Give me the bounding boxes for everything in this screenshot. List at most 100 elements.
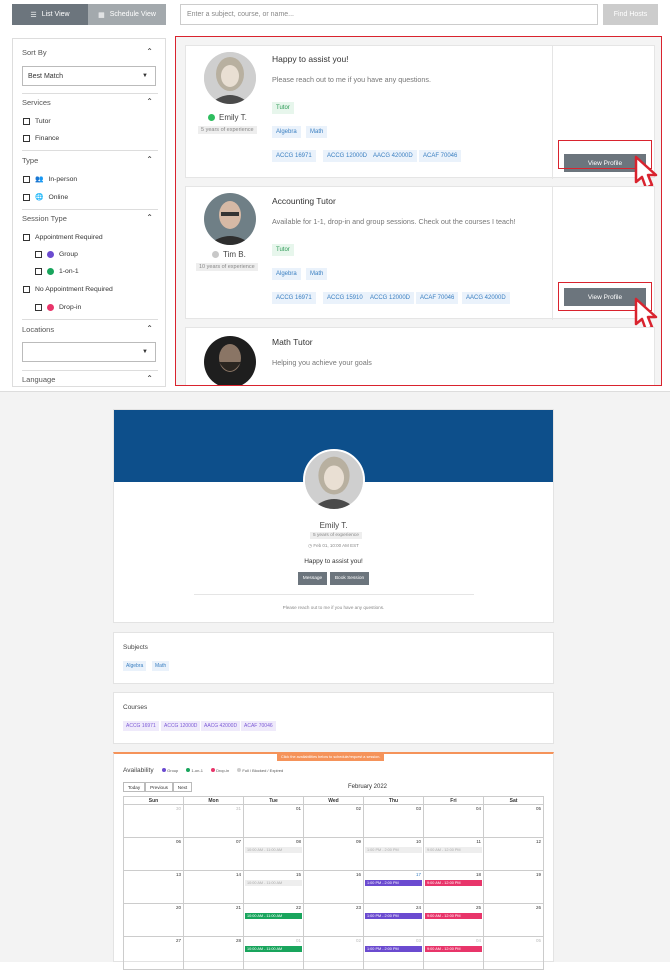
avatar bbox=[204, 193, 256, 245]
host-description: Available for 1-1, drop-in and group ses… bbox=[272, 217, 516, 226]
chevron-up-icon[interactable]: ⌃ bbox=[146, 97, 153, 106]
calendar-month: February 2022 bbox=[348, 784, 388, 790]
sort-select[interactable]: Best Match ▼ bbox=[22, 66, 156, 86]
chevron-up-icon[interactable]: ⌃ bbox=[146, 324, 153, 333]
calendar-day: 19 bbox=[483, 870, 544, 904]
weekday-header: Thu bbox=[363, 796, 424, 805]
calendar-day: 03 1:00 PM - 2:00 PM bbox=[363, 936, 424, 970]
calendar-day: 17 1:00 PM - 2:00 PM bbox=[363, 870, 424, 904]
weekday-header: Wed bbox=[303, 796, 364, 805]
calendar-day: 01 bbox=[243, 804, 304, 838]
calendar-day: 13 bbox=[123, 870, 184, 904]
expired-slot: 10:00 AM - 11:00 AM bbox=[245, 880, 302, 886]
chevron-up-icon[interactable]: ⌃ bbox=[146, 213, 153, 222]
host-description: Helping you achieve your goals bbox=[272, 358, 372, 367]
language-label: Language bbox=[22, 375, 56, 384]
subject-tag: Math bbox=[152, 661, 170, 671]
one-on-one-slot[interactable]: 10:00 AM - 11:00 AM bbox=[245, 946, 302, 952]
course-tag: ACCG 15910 bbox=[323, 292, 367, 304]
expired-slot: 9:00 AM - 12:00 PM bbox=[425, 847, 482, 853]
course-tag: ACCG 12000D bbox=[161, 721, 201, 731]
experience-badge: 10 years of experience bbox=[196, 263, 258, 271]
schedule-view-button[interactable]: ▦ Schedule View bbox=[88, 4, 166, 25]
one-on-one-checkbox[interactable]: 1-on-1 bbox=[35, 268, 79, 275]
calendar-day: 01 10:00 AM - 11:00 AM bbox=[243, 936, 304, 970]
list-icon: ☰ bbox=[30, 11, 37, 19]
subject-tag: Algebra bbox=[272, 126, 301, 138]
availability-calendar: Sun Mon Tue Wed Thu Fri Sat 30 31 01 02 … bbox=[123, 796, 544, 970]
next-button[interactable]: Next bbox=[173, 782, 192, 792]
calendar-day: 03 bbox=[363, 804, 424, 838]
subject-tag: Math bbox=[306, 268, 328, 280]
today-button[interactable]: Today bbox=[123, 782, 145, 792]
group-checkbox[interactable]: Group bbox=[35, 251, 78, 258]
appointment-required-checkbox[interactable]: Appointment Required bbox=[23, 234, 103, 241]
course-tag: ACCG 12000D bbox=[366, 292, 415, 304]
profile-name: Emily T. bbox=[319, 521, 348, 530]
locations-select[interactable]: ▼ bbox=[22, 342, 156, 362]
filter-sidebar: Sort By ⌃ Best Match ▼ Services ⌃ Tutor F… bbox=[12, 38, 166, 387]
weekday-header: Mon bbox=[183, 796, 244, 805]
calendar-day: 04 9:00 AM - 12:00 PM bbox=[423, 936, 484, 970]
subject-tag: Math bbox=[306, 126, 328, 138]
finance-checkbox[interactable]: Finance bbox=[23, 135, 59, 142]
no-appointment-checkbox[interactable]: No Appointment Required bbox=[23, 286, 113, 293]
host-name: Tim B. bbox=[212, 250, 246, 259]
drop-in-checkbox[interactable]: Drop-in bbox=[35, 304, 81, 311]
chevron-up-icon[interactable]: ⌃ bbox=[146, 155, 153, 164]
calendar-day: 11 9:00 AM - 12:00 PM bbox=[423, 837, 484, 871]
course-tag: AACG 42000D bbox=[462, 292, 510, 304]
in-person-checkbox[interactable]: 👥 In-person bbox=[23, 175, 77, 183]
group-slot[interactable]: 1:00 PM - 2:00 PM bbox=[365, 913, 422, 919]
drop-in-slot[interactable]: 9:00 AM - 12:00 PM bbox=[425, 880, 482, 886]
course-tag: ACAF 70046 bbox=[416, 292, 459, 304]
course-tag: ACAF 70046 bbox=[241, 721, 276, 731]
legend-full: Full / Blocked / Expired bbox=[237, 768, 283, 773]
course-tag: AACG 42000D bbox=[369, 150, 417, 162]
service-tag: Tutor bbox=[272, 244, 294, 256]
expired-slot: 1:00 PM - 2:00 PM bbox=[365, 847, 422, 853]
calendar-day: 22 10:00 AM - 11:00 AM bbox=[243, 903, 304, 937]
group-slot[interactable]: 1:00 PM - 2:00 PM bbox=[365, 880, 422, 886]
course-tag: AACG 42000D bbox=[201, 721, 241, 731]
course-tag: ACAF 70046 bbox=[419, 150, 462, 162]
online-status-icon bbox=[208, 114, 215, 121]
calendar-day: 30 bbox=[123, 804, 184, 838]
subjects-card: Subjects Algebra Math bbox=[113, 632, 554, 684]
chevron-up-icon[interactable]: ⌃ bbox=[146, 374, 153, 383]
calendar-day: 02 bbox=[303, 804, 364, 838]
availability-legend: Group 1-on-1 Drop-in Full / Blocked / Ex… bbox=[162, 768, 283, 773]
session-type-label: Session Type bbox=[22, 214, 67, 223]
chevron-up-icon[interactable]: ⌃ bbox=[146, 47, 153, 56]
calendar-day: 18 9:00 AM - 12:00 PM bbox=[423, 870, 484, 904]
subject-tag: Algebra bbox=[123, 661, 147, 671]
sort-by-label: Sort By bbox=[22, 48, 47, 57]
profile-about: Please reach out to me if you have any q… bbox=[282, 605, 385, 610]
calendar-day: 31 bbox=[183, 804, 244, 838]
legend-drop-in: Drop-in bbox=[210, 768, 229, 773]
calendar-day: 05 bbox=[483, 804, 544, 838]
find-hosts-button[interactable]: Find Hosts bbox=[603, 4, 658, 25]
host-card[interactable]: Math Tutor Helping you achieve your goal… bbox=[185, 327, 655, 385]
message-button[interactable]: Message bbox=[298, 572, 327, 585]
online-checkbox[interactable]: 🌐 Online bbox=[23, 193, 68, 201]
group-slot[interactable]: 1:00 PM - 2:00 PM bbox=[365, 946, 422, 952]
availability-label: Availability bbox=[123, 767, 154, 774]
book-session-button[interactable]: Book Session bbox=[330, 572, 369, 585]
course-tag: ACCG 16971 bbox=[123, 721, 159, 731]
list-view-button[interactable]: ☰ List View bbox=[12, 4, 88, 25]
calendar-day: 10 1:00 PM - 2:00 PM bbox=[363, 837, 424, 871]
profile-headline: Happy to assist you! bbox=[304, 558, 363, 565]
calendar-icon: ▦ bbox=[98, 11, 105, 19]
search-input[interactable]: Enter a subject, course, or name... bbox=[180, 4, 598, 25]
drop-in-slot[interactable]: 9:00 AM - 12:00 PM bbox=[425, 946, 482, 952]
availability-banner: Click the availabilities below to schedu… bbox=[277, 753, 385, 761]
drop-in-slot[interactable]: 9:00 AM - 12:00 PM bbox=[425, 913, 482, 919]
service-tag: Tutor bbox=[272, 102, 294, 114]
calendar-day: 09 bbox=[303, 837, 364, 871]
tutor-checkbox[interactable]: Tutor bbox=[23, 118, 51, 125]
one-on-one-slot[interactable]: 10:00 AM - 11:00 AM bbox=[245, 913, 302, 919]
experience-badge: 5 years of experience bbox=[310, 532, 362, 539]
profile-card: Emily T. 5 years of experience ◷ Feb 01,… bbox=[113, 409, 554, 623]
previous-button[interactable]: Previous bbox=[145, 782, 173, 792]
